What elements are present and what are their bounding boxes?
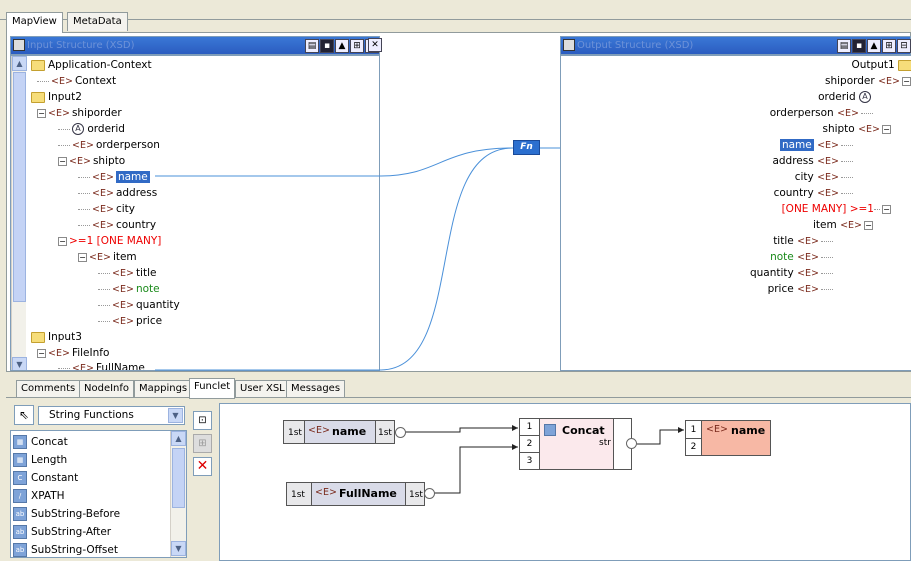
node-in-port-label: 1st — [288, 428, 302, 438]
link-concat-to-target[interactable] — [637, 429, 684, 445]
target-label: name — [731, 424, 766, 437]
target-port-2[interactable]: 2 — [686, 439, 702, 455]
funclet-node-name[interactable]: 1st <E> name 1st — [283, 420, 395, 444]
element-icon: <E> — [315, 487, 337, 498]
concat-icon — [544, 424, 556, 436]
node-output-port[interactable] — [395, 427, 406, 438]
node-in-port-label: 1st — [291, 490, 305, 500]
node-output-port[interactable] — [424, 488, 435, 499]
link-name-to-concat-1[interactable] — [401, 427, 518, 433]
tab-funclet[interactable]: Funclet — [189, 378, 236, 399]
arrowhead — [512, 425, 518, 431]
node-out-port-label: 1st — [409, 490, 423, 500]
element-icon: <E> — [706, 424, 728, 435]
funclet-node-target-name[interactable]: 1 2 <E> name — [685, 420, 771, 456]
node-label: name — [332, 425, 367, 438]
arrowhead — [678, 427, 684, 433]
concat-output-label: str — [599, 438, 611, 448]
node-label: FullName — [339, 487, 397, 500]
element-icon: <E> — [308, 425, 330, 436]
funclet-links — [401, 425, 684, 494]
concat-port-2[interactable]: 2 — [520, 436, 540, 453]
concat-port-1[interactable]: 1 — [520, 419, 540, 436]
tab-mapview[interactable]: MapView — [6, 12, 63, 33]
concat-label: Concat — [562, 424, 605, 437]
target-port-1[interactable]: 1 — [686, 421, 702, 439]
arrowhead — [512, 444, 518, 450]
funclet-node-concat[interactable]: 1 2 3 Concat str — [519, 418, 632, 470]
link-fullname-to-concat-2[interactable] — [430, 446, 518, 494]
concat-output-port[interactable] — [626, 438, 637, 449]
concat-port-3[interactable]: 3 — [520, 453, 540, 469]
funclet-node-fullname[interactable]: 1st <E> FullName 1st — [286, 482, 425, 506]
node-out-port-label: 1st — [378, 428, 392, 438]
